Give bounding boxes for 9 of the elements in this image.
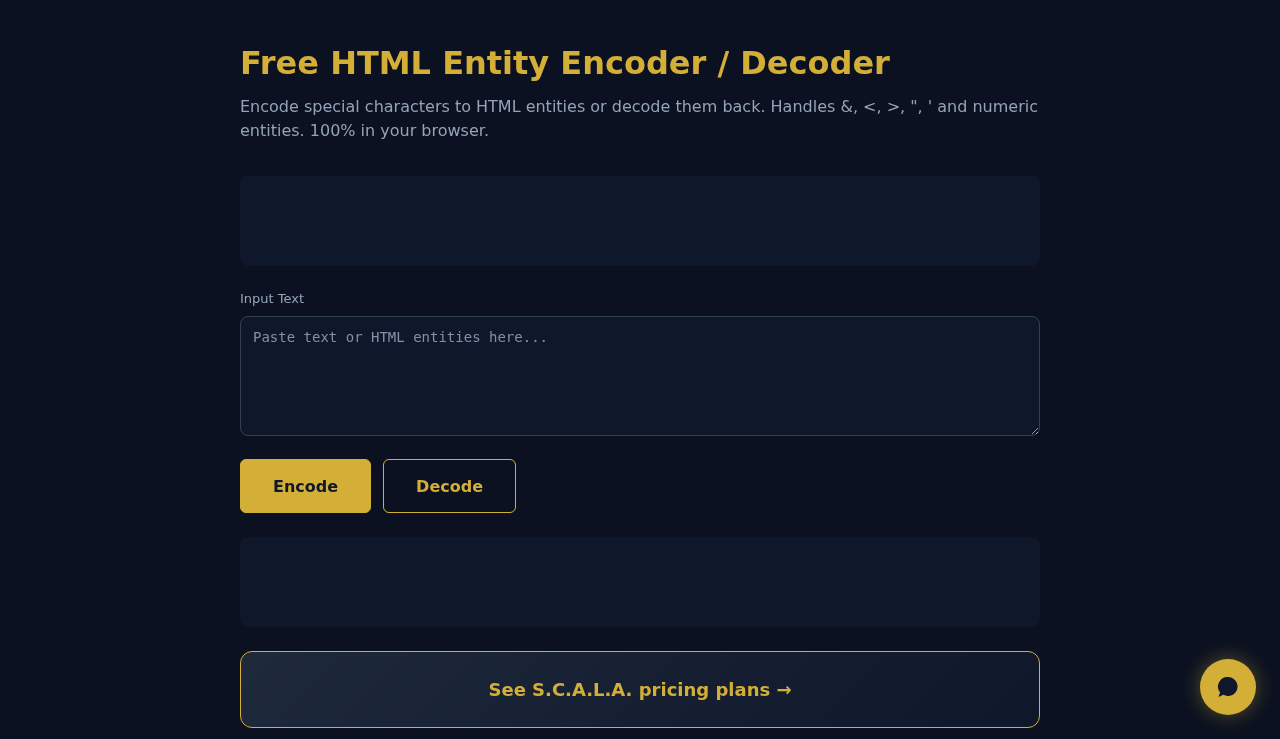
pricing-link[interactable]: See S.C.A.L.A. pricing plans → xyxy=(240,651,1040,728)
input-field[interactable]: Paste text or HTML entities here... xyxy=(240,316,1040,436)
encode-button[interactable]: Encode xyxy=(240,459,372,513)
speech-bubble-icon xyxy=(1217,676,1239,698)
decode-button[interactable]: Decode xyxy=(383,459,517,513)
page-description: Encode special characters to HTML entities or decode them back. Handles &, <, >, ", ' and numeric entities. 100% in your browser. xyxy=(240,96,1039,142)
chat-button[interactable] xyxy=(1200,659,1256,715)
input-label: Input Text xyxy=(240,291,305,307)
page-title: Free HTML Entity Encoder / Decoder xyxy=(240,44,891,82)
